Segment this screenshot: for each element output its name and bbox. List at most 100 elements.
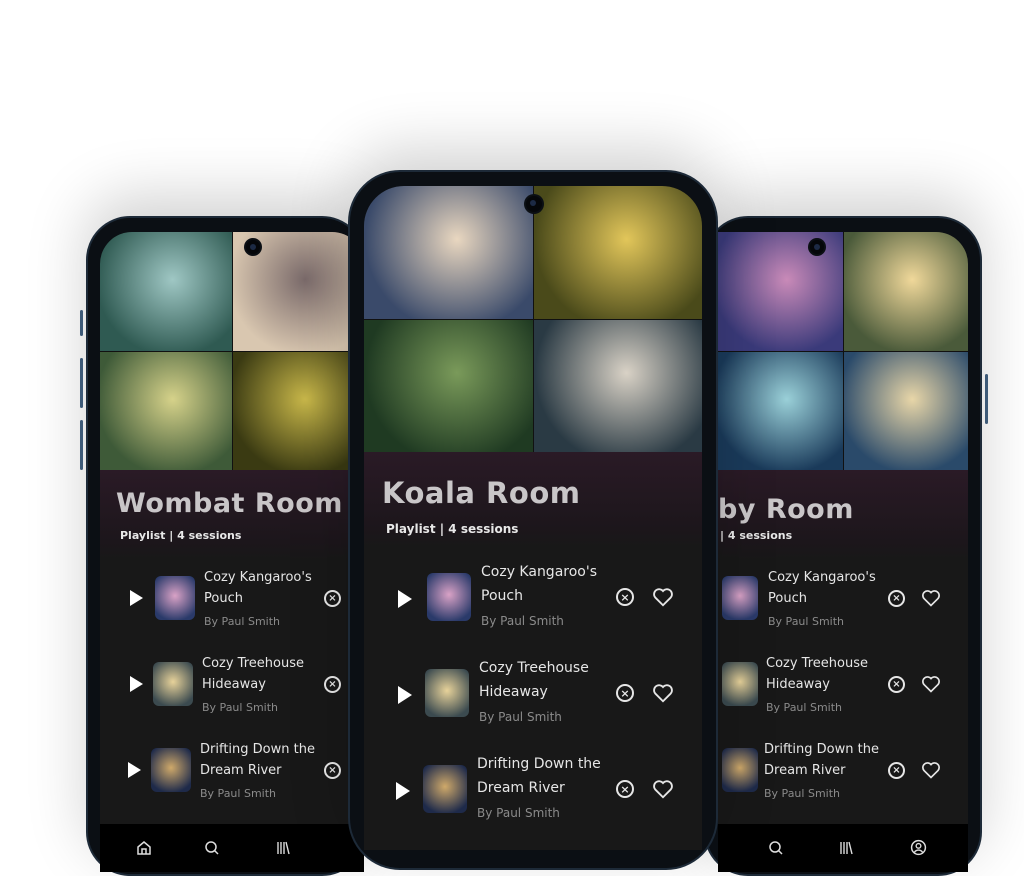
remove-circle-icon[interactable]: ×	[888, 676, 905, 693]
screen-left: Wombat Room Playlist | 4 sessions Cozy K…	[100, 232, 364, 872]
heart-icon[interactable]	[921, 760, 941, 780]
track-title-line2: Dream River	[200, 763, 282, 778]
track-thumbnail	[722, 662, 758, 706]
phone-right: by Room | 4 sessions Cozy Kangaroo's Pou…	[704, 216, 988, 876]
cover-tile	[718, 232, 843, 351]
heart-icon[interactable]	[652, 586, 674, 608]
track-thumbnail	[427, 573, 471, 621]
play-icon[interactable]	[396, 782, 410, 800]
track-artist: By Paul Smith	[204, 615, 280, 628]
search-icon[interactable]	[204, 840, 220, 856]
playlist-title: Wombat Room	[116, 488, 343, 519]
remove-circle-icon[interactable]: ×	[616, 588, 634, 606]
heart-icon[interactable]	[921, 588, 941, 608]
library-icon[interactable]	[275, 840, 291, 856]
track-row[interactable]: Cozy Treehouse Hideaway By Paul Smith ×	[364, 654, 702, 744]
camera-icon	[526, 196, 542, 212]
bottom-nav	[718, 824, 968, 872]
track-title-line2: Hideaway	[766, 677, 830, 692]
profile-icon[interactable]	[910, 839, 927, 856]
playlist-title: by Room	[718, 494, 854, 525]
track-title-line2: Hideaway	[479, 684, 548, 700]
track-title: Cozy Treehouse	[766, 656, 868, 671]
track-artist: By Paul Smith	[200, 787, 276, 800]
track-title-line2: Dream River	[764, 763, 846, 778]
remove-circle-icon[interactable]: ×	[324, 590, 341, 607]
cover-tile	[533, 319, 702, 452]
heart-icon[interactable]	[921, 674, 941, 694]
cover-grid	[364, 186, 702, 452]
track-title-line2: Pouch	[768, 591, 807, 606]
screen-right: by Room | 4 sessions Cozy Kangaroo's Pou…	[718, 232, 968, 872]
track-thumbnail	[155, 576, 195, 620]
track-title: Cozy Treehouse	[202, 656, 304, 671]
remove-circle-icon[interactable]: ×	[888, 762, 905, 779]
track-title-line2: Pouch	[481, 588, 523, 604]
side-button	[985, 374, 988, 424]
cover-grid	[718, 232, 968, 470]
cover-tile	[364, 186, 533, 319]
track-title: Cozy Kangaroo's	[768, 570, 876, 585]
side-button	[80, 358, 83, 408]
track-artist: By Paul Smith	[766, 701, 842, 714]
side-button	[80, 420, 83, 470]
track-title: Cozy Kangaroo's	[481, 564, 597, 580]
camera-icon	[246, 240, 260, 254]
play-icon[interactable]	[130, 676, 143, 692]
side-button	[80, 310, 83, 336]
bottom-nav	[100, 824, 364, 872]
play-icon[interactable]	[398, 686, 412, 704]
remove-circle-icon[interactable]: ×	[616, 684, 634, 702]
cover-tile	[718, 351, 843, 470]
cover-tile	[843, 232, 968, 351]
track-row[interactable]: Drifting Down the Dream River By Paul Sm…	[100, 734, 364, 814]
camera-icon	[810, 240, 824, 254]
track-title: Cozy Kangaroo's	[204, 570, 312, 585]
track-row[interactable]: Drifting Down the Dream River By Paul Sm…	[718, 734, 968, 814]
cover-tile	[100, 232, 232, 351]
home-icon[interactable]	[136, 840, 152, 856]
track-title: Drifting Down the	[477, 756, 601, 772]
track-thumbnail	[722, 576, 758, 620]
heart-icon[interactable]	[652, 778, 674, 800]
cover-tile	[100, 351, 232, 470]
remove-circle-icon[interactable]: ×	[324, 762, 341, 779]
track-row[interactable]: Cozy Kangaroo's Pouch By Paul Smith ×	[364, 558, 702, 648]
track-title: Drifting Down the	[200, 742, 315, 757]
track-thumbnail	[722, 748, 758, 792]
cover-tile	[232, 351, 364, 470]
track-title-line2: Pouch	[204, 591, 243, 606]
track-artist: By Paul Smith	[481, 614, 564, 628]
track-row[interactable]: Drifting Down the Dream River By Paul Sm…	[364, 750, 702, 840]
play-icon[interactable]	[130, 590, 143, 606]
track-row[interactable]: Cozy Kangaroo's Pouch By Paul Smith ×	[718, 562, 968, 642]
search-icon[interactable]	[768, 840, 784, 856]
cover-tile	[364, 319, 533, 452]
remove-circle-icon[interactable]: ×	[888, 590, 905, 607]
screen-center: Koala Room Playlist | 4 sessions Cozy Ka…	[364, 186, 702, 850]
play-icon[interactable]	[398, 590, 412, 608]
library-icon[interactable]	[838, 840, 854, 856]
playlist-subtitle: Playlist | 4 sessions	[120, 529, 242, 542]
remove-circle-icon[interactable]: ×	[324, 676, 341, 693]
cover-tile	[843, 351, 968, 470]
track-row[interactable]: Cozy Treehouse Hideaway By Paul Smith ×	[100, 648, 364, 728]
track-title-line2: Dream River	[477, 780, 565, 796]
track-row[interactable]: Cozy Kangaroo's Pouch By Paul Smith ×	[100, 562, 364, 642]
playlist-subtitle: Playlist | 4 sessions	[386, 522, 519, 536]
track-title: Cozy Treehouse	[479, 660, 589, 676]
track-thumbnail	[151, 748, 191, 792]
track-thumbnail	[425, 669, 469, 717]
cover-tile	[533, 186, 702, 319]
phone-left: Wombat Room Playlist | 4 sessions Cozy K…	[80, 216, 366, 876]
heart-icon[interactable]	[652, 682, 674, 704]
play-icon[interactable]	[128, 762, 141, 778]
track-artist: By Paul Smith	[764, 787, 840, 800]
cover-grid	[100, 232, 364, 470]
track-row[interactable]: Cozy Treehouse Hideaway By Paul Smith ×	[718, 648, 968, 728]
track-artist: By Paul Smith	[202, 701, 278, 714]
track-title: Drifting Down the	[764, 742, 879, 757]
track-title-line2: Hideaway	[202, 677, 266, 692]
phone-center: Koala Room Playlist | 4 sessions Cozy Ka…	[348, 170, 718, 870]
remove-circle-icon[interactable]: ×	[616, 780, 634, 798]
